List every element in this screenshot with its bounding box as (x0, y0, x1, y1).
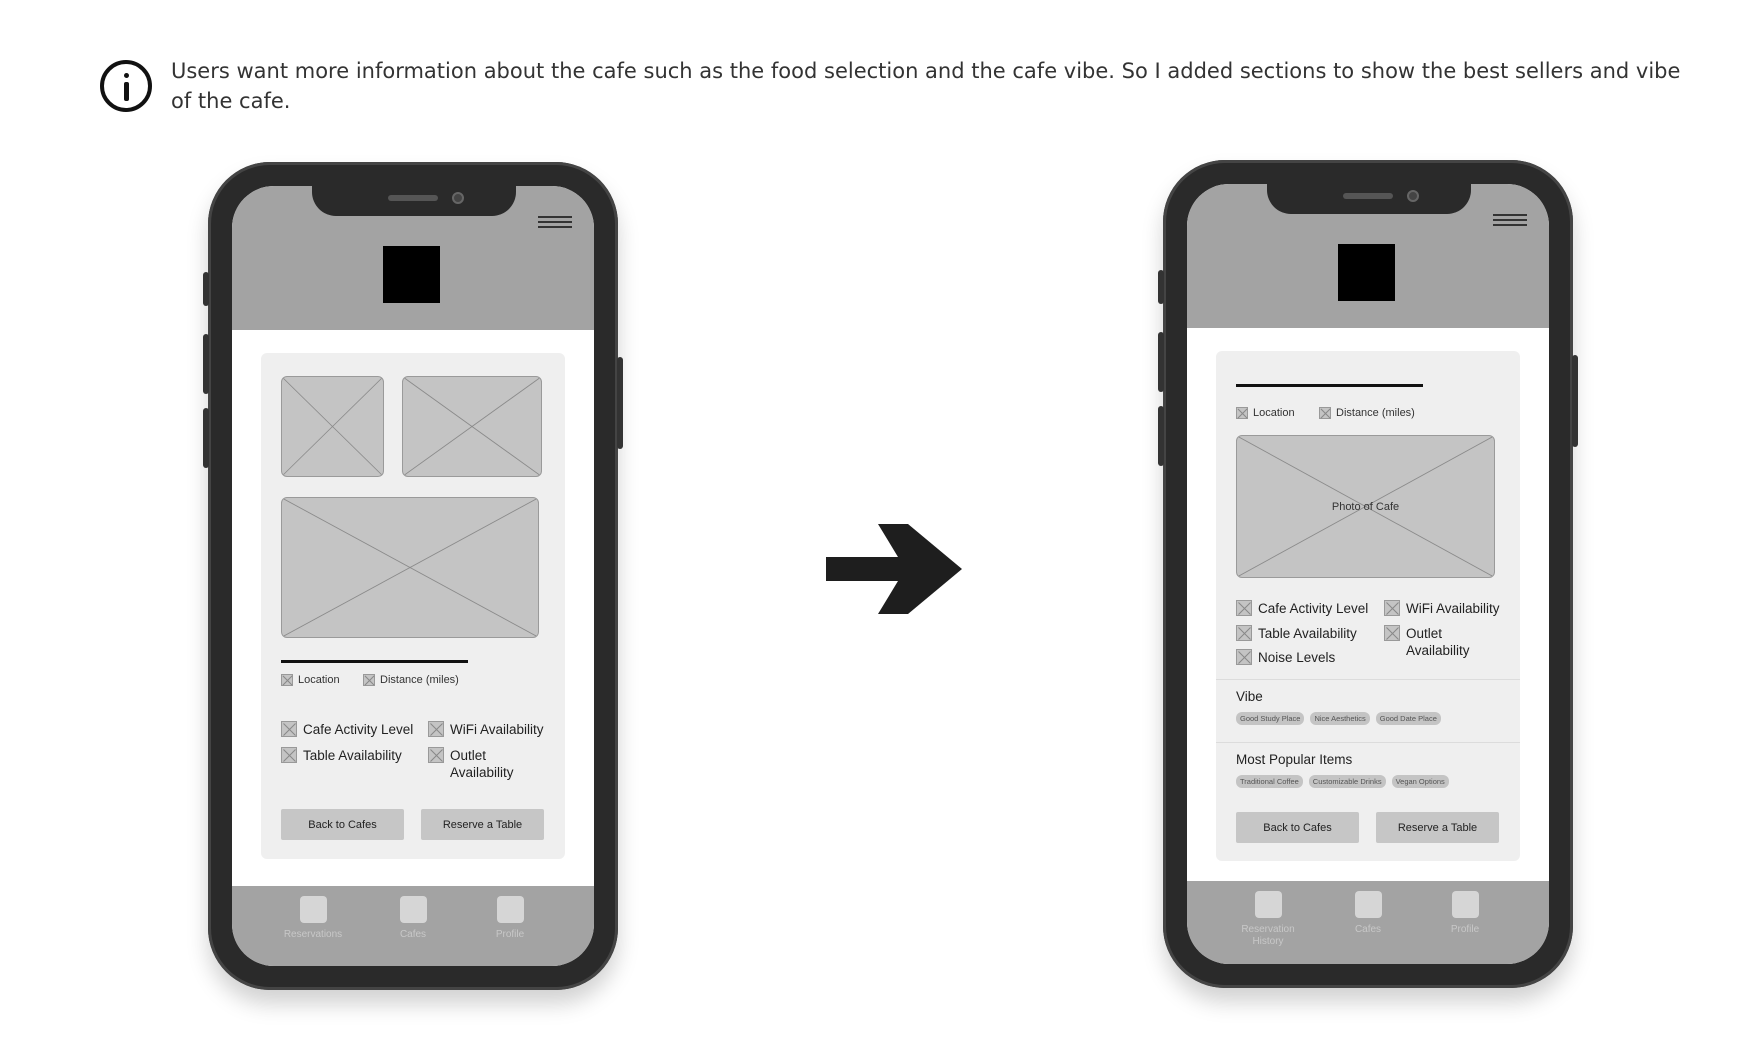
bottom-tab-bar: Reservation History Cafes Profile (1187, 881, 1549, 964)
logo (1338, 244, 1395, 301)
image-placeholder-icon (402, 376, 542, 477)
screen-after: Location Distance (miles) Photo of Cafe … (1187, 184, 1549, 964)
activity-icon (1236, 600, 1252, 616)
popular-item-chip[interactable]: Customizable Drinks (1308, 775, 1386, 788)
arrow-right-icon (826, 524, 962, 614)
feature-outlet: Outlet Availability (1384, 625, 1504, 659)
outlet-icon (428, 747, 444, 763)
info-note-text: Users want more information about the ca… (171, 59, 1681, 113)
feature-noise: Noise Levels (1236, 649, 1335, 666)
cafe-detail-card: Location Distance (miles) Photo of Cafe … (1216, 351, 1520, 861)
reserve-table-button[interactable]: Reserve a Table (421, 809, 544, 840)
distance-info: Distance (miles) (1319, 407, 1415, 419)
table-icon (281, 747, 297, 763)
vibe-title: Vibe (1236, 689, 1263, 704)
hamburger-menu-icon[interactable] (538, 216, 572, 230)
location-info: Location (1236, 407, 1295, 419)
vibe-chip[interactable]: Good Date Place (1375, 712, 1441, 725)
wifi-icon (1384, 600, 1400, 616)
bottom-tab-bar: Reservations Cafes Profile (232, 886, 594, 966)
distance-info: Distance (miles) (363, 674, 459, 686)
wifi-icon (428, 721, 444, 737)
popular-chips: Traditional Coffee Customizable Drinks V… (1236, 775, 1449, 788)
feature-wifi: WiFi Availability (1384, 600, 1500, 617)
reserve-table-button[interactable]: Reserve a Table (1376, 812, 1499, 843)
info-icon (100, 60, 152, 112)
profile-tab-icon (1451, 891, 1479, 918)
back-to-cafes-button[interactable]: Back to Cafes (1236, 812, 1359, 843)
reservations-tab-icon (299, 896, 327, 923)
location-icon (1236, 407, 1248, 419)
feature-activity: Cafe Activity Level (1236, 600, 1368, 617)
popular-item-chip[interactable]: Vegan Options (1391, 775, 1449, 788)
cafe-detail-card: Location Distance (miles) Cafe Activity … (261, 353, 565, 859)
outlet-icon (1384, 625, 1400, 641)
cafes-tab-icon (1354, 891, 1382, 918)
distance-icon (1319, 407, 1331, 419)
vibe-chip[interactable]: Good Study Place (1236, 712, 1305, 725)
popular-item-chip[interactable]: Traditional Coffee (1236, 775, 1303, 788)
back-to-cafes-button[interactable]: Back to Cafes (281, 809, 404, 840)
reservations-tab-icon (1254, 891, 1282, 918)
noise-icon (1236, 649, 1252, 665)
distance-icon (363, 674, 375, 686)
tab-reservation-history[interactable]: Reservation History (1228, 891, 1308, 948)
activity-icon (281, 721, 297, 737)
location-icon (281, 674, 293, 686)
logo (383, 246, 440, 303)
feature-wifi: WiFi Availability (428, 721, 544, 738)
popular-items-title: Most Popular Items (1236, 752, 1353, 767)
profile-tab-icon (496, 896, 524, 923)
tab-cafes[interactable]: Cafes (373, 896, 453, 941)
feature-table: Table Availability (281, 747, 402, 764)
hamburger-menu-icon[interactable] (1493, 214, 1527, 228)
screen-before: Location Distance (miles) Cafe Activity … (232, 186, 594, 966)
tab-profile[interactable]: Profile (1425, 891, 1505, 936)
tab-profile[interactable]: Profile (470, 896, 550, 941)
location-info: Location (281, 674, 340, 686)
table-icon (1236, 625, 1252, 641)
feature-activity: Cafe Activity Level (281, 721, 413, 738)
image-placeholder-icon: Photo of Cafe (1236, 435, 1495, 578)
vibe-chip[interactable]: Nice Aesthetics (1310, 712, 1370, 725)
phone-before: Location Distance (miles) Cafe Activity … (203, 162, 623, 990)
vibe-chips: Good Study Place Nice Aesthetics Good Da… (1236, 712, 1441, 725)
image-placeholder-icon (281, 376, 384, 477)
photo-label: Photo of Cafe (1331, 500, 1400, 513)
tab-reservations[interactable]: Reservations (273, 896, 353, 941)
phone-after: Location Distance (miles) Photo of Cafe … (1158, 160, 1578, 988)
cafe-name-line (281, 660, 468, 663)
cafe-name-line (1236, 384, 1423, 387)
tab-cafes[interactable]: Cafes (1328, 891, 1408, 936)
cafes-tab-icon (399, 896, 427, 923)
image-placeholder-icon (281, 497, 539, 638)
feature-outlet: Outlet Availability (428, 747, 548, 781)
feature-table: Table Availability (1236, 625, 1357, 642)
